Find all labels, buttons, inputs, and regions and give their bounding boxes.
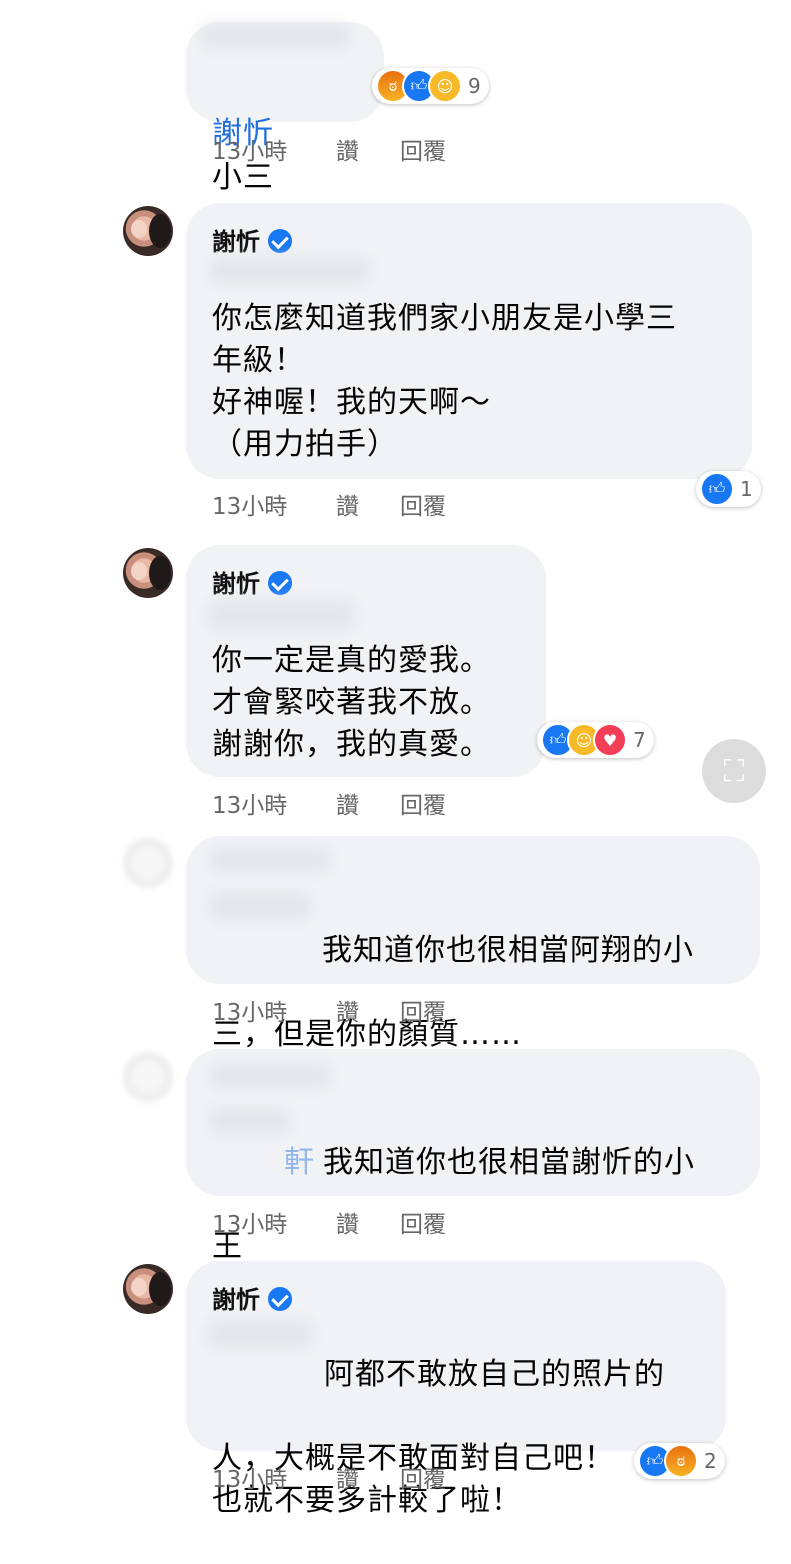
reaction-count: 2 [704,1449,717,1473]
avatar[interactable] [123,1052,173,1102]
reply-button[interactable]: 回覆 [400,786,446,820]
reply-button[interactable]: 回覆 [400,132,446,166]
like-button[interactable]: 讚 [336,1205,359,1239]
tagged-name[interactable]: 軒 [284,1145,315,1180]
avatar[interactable] [123,1264,173,1314]
avatar[interactable] [123,548,173,598]
love-icon: ♥ [593,723,627,757]
timestamp[interactable]: 13小時 [212,786,287,820]
scan-text-button[interactable]: ⛶ [702,739,766,803]
like-button[interactable]: 讚 [336,487,359,521]
timestamp[interactable]: 13小時 [212,132,287,166]
like-button[interactable]: 讚 [336,993,359,1027]
reply-button[interactable]: 回覆 [400,1460,446,1494]
author-name[interactable]: 謝忻 [212,228,260,256]
comment-author[interactable]: 謝忻 [212,222,292,257]
comment-author[interactable]: 謝忻 [212,564,292,599]
reaction-count: 1 [740,477,753,501]
blurred-author [200,24,350,48]
timestamp[interactable]: 13小時 [212,487,287,521]
reply-button[interactable]: 回覆 [400,487,446,521]
like-button[interactable]: 讚 [336,1460,359,1494]
scan-icon: ⛶ [723,753,745,789]
comment-text: 阿都不敢放自己的照片的 人，大概是不敢面對自己吧！ 也就不要多計較了啦！ [212,1312,665,1564]
avatar[interactable] [123,838,173,888]
reaction-count: 9 [468,74,481,98]
reaction-count: 7 [633,728,646,752]
comment-text: 你怎麼知道我們家小朋友是小學三 年級！ 好神喔！我的天啊～ （用力拍手） [212,301,677,462]
reactions-summary[interactable]: ಠ 👍︎ ☺ 9 [372,68,489,104]
author-name[interactable]: 謝忻 [212,1286,260,1314]
like-button[interactable]: 讚 [336,132,359,166]
comment-text: 你一定是真的愛我。 才會緊咬著我不放。 謝謝你，我的真愛。 [212,643,491,762]
haha-icon: ☺ [428,69,462,103]
author-name[interactable]: 謝忻 [212,570,260,598]
comment-text-line: 我知道你也很相當阿翔的小 [322,933,694,968]
reactions-summary[interactable]: 👍︎ ☺ ♥ 7 [537,722,654,758]
blurred-author [210,1064,330,1088]
blurred-author [210,848,330,872]
angry-icon: ಠ [664,1444,698,1478]
comment-text-line: 我知道你也很相當謝忻的小 [323,1145,695,1180]
like-button[interactable]: 讚 [336,786,359,820]
reply-button[interactable]: 回覆 [400,1205,446,1239]
verified-badge-icon [268,1287,292,1311]
reply-button[interactable]: 回覆 [400,993,446,1027]
verified-badge-icon [268,571,292,595]
reactions-summary[interactable]: 👍︎ 1 [696,471,761,507]
verified-badge-icon [268,229,292,253]
comment-author[interactable]: 謝忻 [212,1280,292,1315]
reactions-summary[interactable]: 👍︎ ಠ 2 [634,1443,725,1479]
blurred-mention [208,600,354,630]
comment-text-line: 阿都不敢放自己的照片的 [324,1357,665,1392]
timestamp[interactable]: 13小時 [212,1460,287,1494]
timestamp[interactable]: 13小時 [212,993,287,1027]
timestamp[interactable]: 13小時 [212,1205,287,1239]
blurred-mention [210,258,370,284]
avatar[interactable] [123,206,173,256]
like-icon: 👍︎ [700,472,734,506]
